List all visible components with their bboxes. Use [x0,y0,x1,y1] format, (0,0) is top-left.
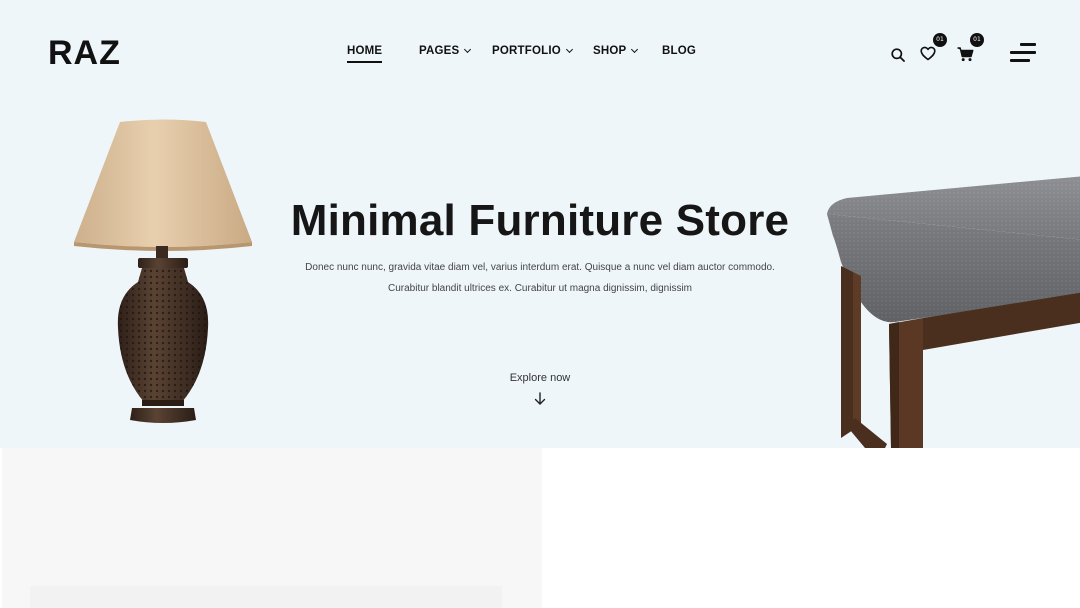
arrow-down-icon[interactable] [533,391,547,407]
nav-item-home[interactable]: HOME [347,45,383,63]
nav-item-label: SHOP [593,45,627,57]
hero-description-line-1: Donec nunc nunc, gravida vitae diam vel,… [305,262,775,273]
nav-item-pages[interactable]: PAGES [419,45,472,57]
nav-item-blog[interactable]: BLOG [662,45,696,57]
hamburger-menu-icon[interactable] [1010,43,1036,63]
explore-now-link[interactable]: Explore now [0,372,1080,384]
product-image-placeholder [30,586,502,608]
nav-item-label: HOME [347,45,383,57]
nav-item-label: PORTFOLIO [492,45,561,57]
hero-description-line-2: Curabitur blandit ultrices ex. Curabitur… [387,283,693,294]
main-nav: HOME PAGES PORTFOLIO SHOP BLOG [0,45,1080,65]
chevron-down-icon [631,45,639,54]
chevron-down-icon [464,45,472,54]
nav-item-portfolio[interactable]: PORTFOLIO [492,45,573,57]
hero-title: Minimal Furniture Store [290,196,790,245]
hero-section: RAZ HOME PAGES PORTFOLIO SHOP BLOG 01 01… [0,0,1080,448]
search-icon[interactable] [891,48,905,62]
nav-item-label: PAGES [419,45,460,57]
cart-button[interactable] [957,47,975,63]
cart-icon [957,47,974,62]
nav-item-shop[interactable]: SHOP [593,45,639,57]
chevron-down-icon [565,45,573,54]
product-banner-right [542,448,1080,608]
wishlist-button[interactable] [920,46,938,62]
nav-item-label: BLOG [662,45,697,57]
wishlist-count-badge: 01 [933,33,947,47]
cart-count-badge: 01 [970,33,984,47]
heart-icon [920,46,936,61]
product-banner-left [2,448,542,608]
